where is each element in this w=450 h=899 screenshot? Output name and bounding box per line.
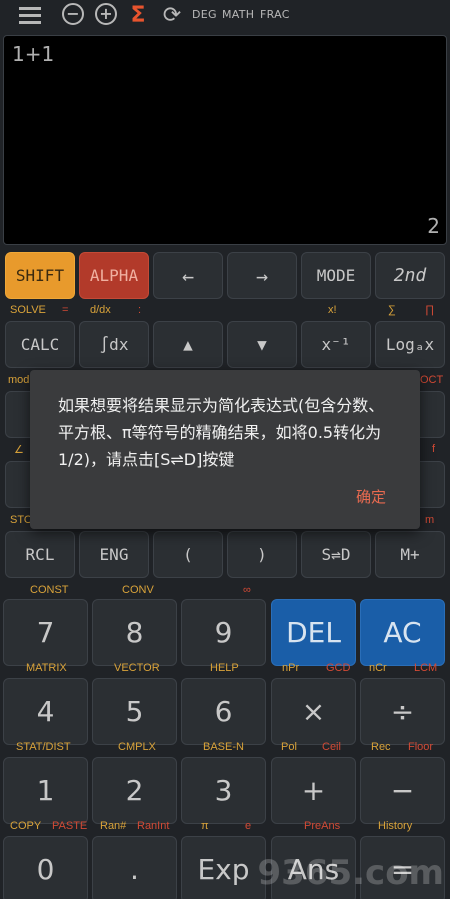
second-key[interactable]: 2nd — [375, 252, 445, 299]
label-vector: VECTOR — [114, 662, 160, 674]
label-sum: ∑ — [388, 304, 396, 316]
m-plus-key[interactable]: M+ — [375, 531, 445, 578]
plus-circle-icon[interactable]: + — [95, 3, 117, 25]
label-solve: SOLVE — [10, 304, 46, 316]
toolbar: − + Σ ⟳ DEG MATH FRAC — [0, 0, 450, 30]
label-ranint: RanInt — [137, 820, 170, 832]
calc-key[interactable]: CALC — [5, 321, 75, 368]
two-key[interactable]: 2 — [92, 757, 177, 824]
label-ddx: d/dx — [90, 304, 111, 316]
label-pi: π — [201, 820, 209, 832]
one-key[interactable]: 1 — [3, 757, 88, 824]
up-arrow-key[interactable]: ▲ — [153, 321, 223, 368]
label-ranhash: Ran# — [100, 820, 127, 832]
zero-key[interactable]: 0 — [3, 836, 88, 899]
inverse-key[interactable]: x⁻¹ — [301, 321, 371, 368]
label-rec: Rec — [371, 741, 391, 753]
label-cmplx: CMPLX — [118, 741, 156, 753]
exp-key[interactable]: Exp — [181, 836, 266, 899]
shift-key[interactable]: SHIFT — [5, 252, 75, 299]
label-pol: Pol — [281, 741, 297, 753]
frac-indicator: FRAC — [260, 8, 290, 21]
label-colon: : — [138, 304, 142, 316]
dialog-ok-button[interactable]: 确定 — [356, 486, 386, 507]
sigma-icon[interactable]: Σ — [128, 3, 148, 28]
label-gcd: GCD — [326, 662, 351, 674]
down-arrow-key[interactable]: ▼ — [227, 321, 297, 368]
label-ncr: nCr — [369, 662, 387, 674]
label-floor: Floor — [408, 741, 434, 753]
eng-key[interactable]: ENG — [79, 531, 149, 578]
hint-dialog: 如果想要将结果显示为简化表达式(包含分数、平方根、π等符号的精确结果，如将0.5… — [30, 370, 420, 529]
minus-key[interactable]: − — [360, 757, 445, 824]
label-statdist: STAT/DIST — [16, 741, 71, 753]
label-paste: PASTE — [52, 820, 88, 832]
label-xfact: x! — [328, 304, 337, 316]
label-const: CONST — [30, 584, 69, 596]
result-text: 2 — [427, 214, 440, 238]
site-watermark: 9365.com — [257, 853, 445, 893]
deg-indicator: DEG — [192, 8, 217, 21]
label-history: History — [378, 820, 413, 832]
seven-key[interactable]: 7 — [3, 599, 88, 666]
label-equal: = — [62, 304, 69, 316]
dialog-message: 如果想要将结果显示为简化表达式(包含分数、平方根、π等符号的精确结果，如将0.5… — [58, 396, 385, 469]
multiply-key[interactable]: × — [271, 678, 356, 745]
label-m: m — [425, 514, 435, 526]
label-inf: ∞ — [243, 584, 251, 596]
right-paren-key[interactable]: ) — [227, 531, 297, 578]
menu-icon[interactable] — [18, 3, 42, 27]
divide-key[interactable]: ÷ — [360, 678, 445, 745]
label-conv: CONV — [122, 584, 154, 596]
calculator-display[interactable]: 1+1 2 — [3, 35, 447, 245]
mode-key[interactable]: MODE — [301, 252, 371, 299]
label-e: e — [245, 820, 252, 832]
nine-key[interactable]: 9 — [181, 599, 266, 666]
label-mod: mod — [8, 374, 30, 386]
plus-key[interactable]: + — [271, 757, 356, 824]
label-basen: BASE-N — [203, 741, 244, 753]
label-prod: ∏ — [425, 304, 435, 316]
label-matrix: MATRIX — [26, 662, 67, 674]
alpha-key[interactable]: ALPHA — [79, 252, 149, 299]
label-ceil: Ceil — [322, 741, 341, 753]
label-npr: nPr — [282, 662, 300, 674]
label-lcm: LCM — [414, 662, 438, 674]
left-paren-key[interactable]: ( — [153, 531, 223, 578]
math-indicator: MATH — [222, 8, 255, 21]
four-key[interactable]: 4 — [3, 678, 88, 745]
decimal-key[interactable]: . — [92, 836, 177, 899]
three-key[interactable]: 3 — [181, 757, 266, 824]
left-arrow-key[interactable]: ← — [153, 252, 223, 299]
delete-key[interactable]: DEL — [271, 599, 356, 666]
all-clear-key[interactable]: AC — [360, 599, 445, 666]
integral-key[interactable]: ∫dx — [79, 321, 149, 368]
label-preans: PreAns — [304, 820, 341, 832]
expression-text: 1+1 — [12, 42, 55, 66]
s-to-d-key[interactable]: S⇌D — [301, 531, 371, 578]
label-f: f — [432, 443, 436, 455]
rcl-key[interactable]: RCL — [5, 531, 75, 578]
label-angle: ∠ — [14, 444, 24, 456]
eight-key[interactable]: 8 — [92, 599, 177, 666]
six-key[interactable]: 6 — [181, 678, 266, 745]
refresh-icon[interactable]: ⟳ — [160, 3, 184, 28]
five-key[interactable]: 5 — [92, 678, 177, 745]
label-copy: COPY — [10, 820, 42, 832]
right-arrow-key[interactable]: → — [227, 252, 297, 299]
minus-circle-icon[interactable]: − — [62, 3, 84, 25]
label-help: HELP — [210, 662, 239, 674]
log-key[interactable]: Logₐx — [375, 321, 445, 368]
label-oct: OCT — [420, 374, 444, 386]
